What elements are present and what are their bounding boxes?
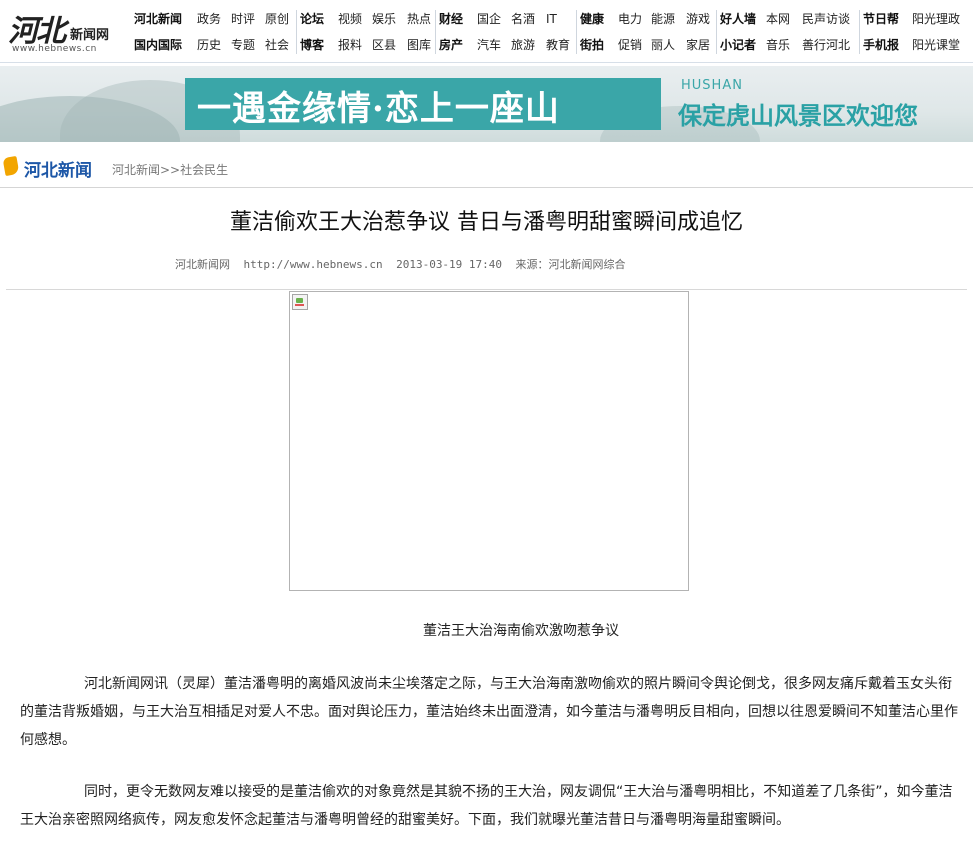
nav-link[interactable]: 论坛	[300, 7, 324, 31]
nav-link[interactable]: 区县	[372, 33, 396, 57]
nav-link[interactable]: 时评	[231, 7, 255, 31]
nav-link[interactable]: 国企	[477, 7, 501, 31]
nav-link[interactable]: 历史	[197, 33, 221, 57]
leaf-icon	[2, 155, 20, 177]
logo-url: www.hebnews.cn	[12, 44, 97, 54]
article-title: 董洁偷欢王大治惹争议 昔日与潘粤明甜蜜瞬间成追忆	[230, 210, 743, 235]
nav-link[interactable]: 国内国际	[134, 33, 182, 57]
nav-link[interactable]: 房产	[439, 33, 463, 57]
logo-name: 新闻网	[70, 28, 110, 43]
nav-link[interactable]: 街拍	[580, 33, 604, 57]
meta-url[interactable]: http://www.hebnews.cn	[244, 258, 383, 271]
article-paragraph: 同时，更令无数网友难以接受的是董洁偷欢的对象竟然是其貌不扬的王大治，网友调侃“王…	[20, 784, 953, 828]
article-paragraph: 河北新闻网讯（灵犀）董洁潘粤明的离婚风波尚未尘埃落定之际，与王大治海南激吻偷欢的…	[20, 676, 958, 748]
nav-link[interactable]: 名酒	[511, 7, 535, 31]
nav-link[interactable]: 电力	[618, 7, 642, 31]
nav-link[interactable]: 图库	[407, 33, 431, 57]
nav-row-1: 河北新闻 政务 时评 原创 论坛 视频 娱乐 热点 财经 国企 名酒 IT 健康 电力 能源 游戏 好人墙 本网民…	[130, 7, 973, 31]
nav-link[interactable]: 旅游	[511, 33, 535, 57]
nav-link[interactable]: 民声访谈	[802, 7, 850, 31]
meta-time: 2013-03-19 17:40	[396, 258, 503, 271]
article-image[interactable]	[289, 291, 689, 591]
image-caption: 董洁王大治海南偷欢激吻惹争议	[423, 623, 619, 639]
meta-source: 来源：河北新闻网综合	[515, 258, 626, 271]
nav-link[interactable]: 善行河北	[802, 33, 850, 57]
section-logo[interactable]: 河北新闻	[2, 155, 104, 181]
nav-link[interactable]: 政务	[197, 7, 221, 31]
breadcrumb-bar: 河北新闻 河北新闻>>社会民生	[0, 144, 973, 188]
nav-separator	[435, 10, 436, 54]
nav-link[interactable]: 阳光课堂	[912, 33, 960, 57]
nav-link[interactable]: 家居	[686, 33, 710, 57]
nav-link[interactable]: 热点	[407, 7, 431, 31]
nav-link[interactable]: 健康	[580, 7, 604, 31]
meta-site[interactable]: 河北新闻网	[175, 258, 230, 271]
top-navigation: 河北 新闻网 www.hebnews.cn 河北新闻 政务 时评 原创 论坛 视频 娱乐 热点…	[0, 0, 973, 63]
nav-link[interactable]: 教育	[546, 33, 570, 57]
nav-link[interactable]: 手机报	[863, 33, 899, 57]
nav-link[interactable]: 娱乐	[372, 7, 396, 31]
nav-separator	[296, 10, 297, 54]
nav-link[interactable]: 报料	[338, 33, 362, 57]
site-logo[interactable]: 河北 新闻网 www.hebnews.cn	[6, 6, 128, 56]
nav-link[interactable]: 博客	[300, 33, 324, 57]
banner-brand: HUSHAN	[681, 78, 743, 93]
nav-separator	[716, 10, 717, 54]
nav-link[interactable]: 音乐	[766, 33, 790, 57]
nav-link[interactable]: 能源	[651, 7, 675, 31]
breadcrumb[interactable]: 河北新闻>>社会民生	[112, 161, 228, 178]
nav-link[interactable]: 社会	[265, 33, 289, 57]
banner-welcome: 保定虎山风景区欢迎您	[678, 102, 918, 130]
nav-row-2: 国内国际 历史 专题 社会 博客 报料 区县 图库 房产 汽车 旅游 教育 街拍 促销 丽人 家居 小记者 音乐善…	[130, 33, 973, 57]
nav-link[interactable]: 丽人	[651, 33, 675, 57]
nav-separator	[576, 10, 577, 54]
nav-link[interactable]: 财经	[439, 7, 463, 31]
nav-link[interactable]: 专题	[231, 33, 255, 57]
nav-link[interactable]: 河北新闻	[134, 7, 182, 31]
nav-grid: 河北新闻 政务 时评 原创 论坛 视频 娱乐 热点 财经 国企 名酒 IT 健康 电力 能源 游戏 好人墙 本网民…	[130, 6, 973, 58]
article-meta: 河北新闻网 http://www.hebnews.cn 2013-03-19 1…	[175, 256, 636, 272]
broken-image-icon	[292, 294, 308, 310]
nav-link[interactable]: 视频	[338, 7, 362, 31]
banner-ad[interactable]: 一遇金缘情·恋上一座山 HUSHAN 保定虎山风景区欢迎您	[0, 66, 973, 142]
divider	[6, 289, 967, 290]
nav-link[interactable]: 节日帮	[863, 7, 899, 31]
nav-link[interactable]: 小记者	[720, 33, 756, 57]
nav-link[interactable]: 促销	[618, 33, 642, 57]
nav-link[interactable]: IT	[546, 7, 557, 31]
nav-link[interactable]: 汽车	[477, 33, 501, 57]
nav-link[interactable]: 本网	[766, 7, 790, 31]
nav-link[interactable]: 阳光理政	[912, 7, 960, 31]
section-logo-text: 河北新闻	[24, 161, 92, 181]
nav-link[interactable]: 好人墙	[720, 7, 756, 31]
banner-slogan: 一遇金缘情·恋上一座山	[197, 89, 560, 129]
nav-separator	[859, 10, 860, 54]
nav-link[interactable]: 原创	[265, 7, 289, 31]
nav-link[interactable]: 游戏	[686, 7, 710, 31]
